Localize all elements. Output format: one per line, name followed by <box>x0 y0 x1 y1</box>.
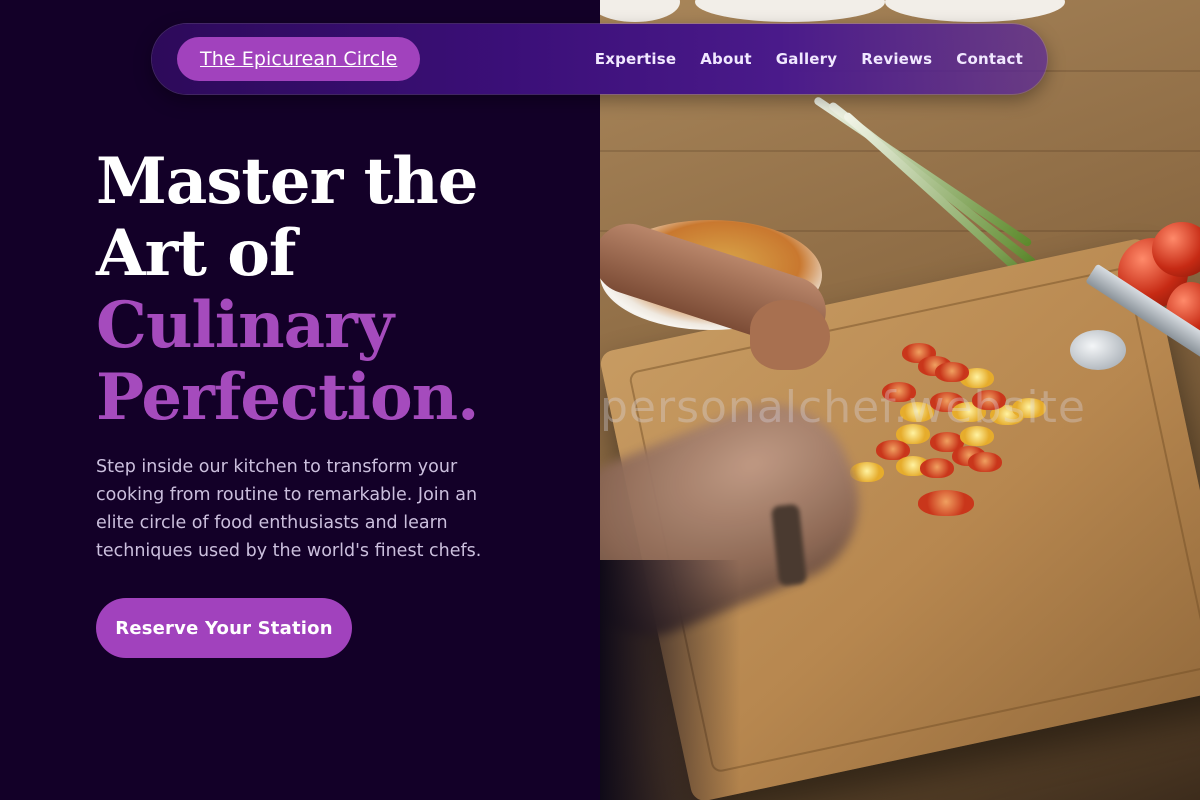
spoon <box>1070 330 1126 370</box>
headline-line-1: Master the <box>96 144 478 219</box>
reserve-station-button[interactable]: Reserve Your Station <box>96 598 352 658</box>
tomato-slice <box>918 490 974 516</box>
nav-link-reviews[interactable]: Reviews <box>861 50 932 68</box>
tomato-slice <box>935 362 969 382</box>
tomato-slice <box>920 458 954 478</box>
nav-links: Expertise About Gallery Reviews Contact <box>595 24 1023 94</box>
plate <box>885 0 1065 22</box>
plate <box>695 0 885 22</box>
hero-image: personalchef.website <box>600 0 1200 800</box>
headline-line-3: Culinary <box>96 288 394 363</box>
headline-line-2: Art of <box>96 216 296 291</box>
nav-link-contact[interactable]: Contact <box>956 50 1023 68</box>
nav-link-expertise[interactable]: Expertise <box>595 50 676 68</box>
nav-link-gallery[interactable]: Gallery <box>776 50 837 68</box>
navbar: The Epicurean Circle Expertise About Gal… <box>152 24 1047 94</box>
tomato-slice <box>968 452 1002 472</box>
green-onion <box>842 111 1041 291</box>
nav-link-about[interactable]: About <box>700 50 752 68</box>
headline-line-4: Perfection. <box>96 360 479 435</box>
hero-headline: Master the Art of Culinary Perfection. <box>96 144 479 435</box>
plate <box>600 0 680 22</box>
chef-hand <box>750 300 830 370</box>
hero-subtext: Step inside our kitchen to transform you… <box>96 457 482 561</box>
brand-logo-button[interactable]: The Epicurean Circle <box>177 37 421 81</box>
watermark-text: personalchef.website <box>600 382 1086 433</box>
shadow <box>600 560 740 800</box>
